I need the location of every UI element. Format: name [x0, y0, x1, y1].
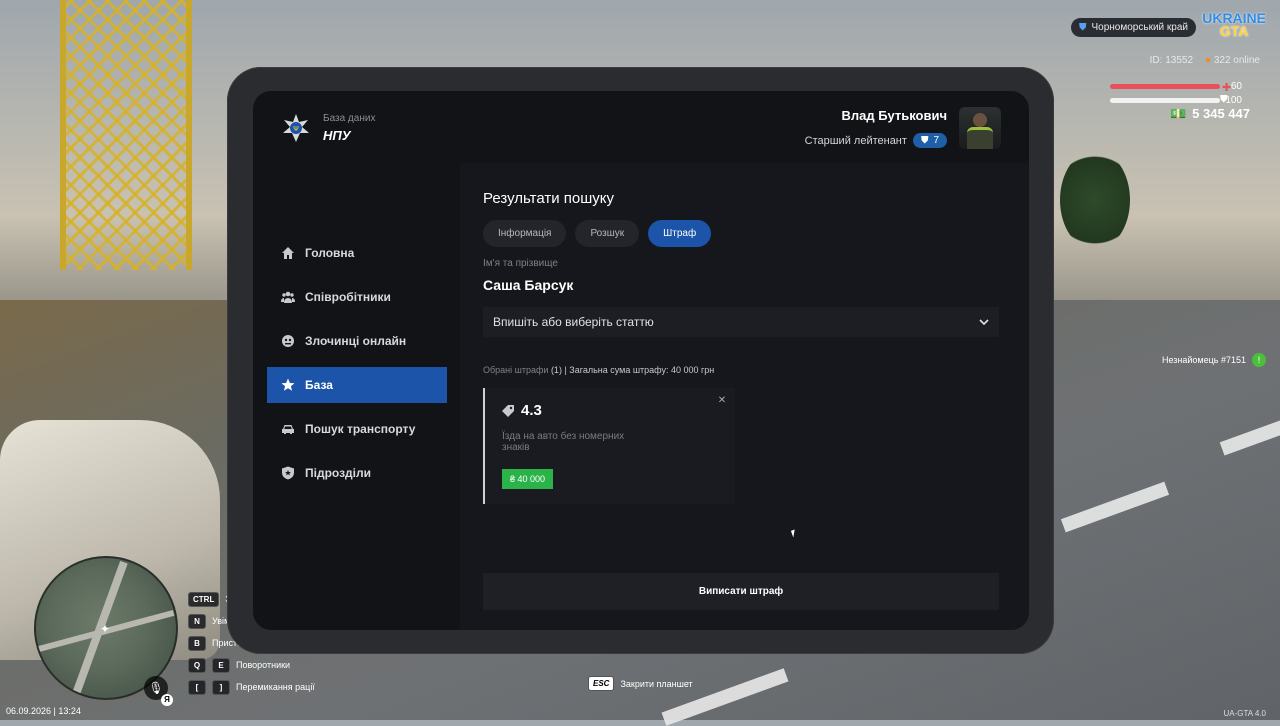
tab-information[interactable]: Інформація [483, 220, 567, 247]
armor-value: 100 [1225, 95, 1242, 106]
citizen-name: Саша Барсук [483, 277, 574, 293]
player-id: ID: 13552 [1149, 55, 1194, 66]
tab-fine[interactable]: Штраф [648, 220, 712, 247]
game-tree [1060, 150, 1130, 250]
server-logo: UKRAINE GTA [1202, 10, 1266, 39]
brand-subtitle: База даних [323, 113, 376, 124]
sidebar: Головна Співробітники Злочинці онлайн Ба… [267, 235, 447, 499]
hint-item: Q E Поворотники [188, 654, 315, 676]
chevron-down-icon [979, 319, 989, 325]
nearby-player: Незнайомець #7151 ! [1162, 353, 1266, 367]
name-label: Ім'я та прізвище [483, 258, 558, 269]
version-label: UA-GTA 4.0 [1223, 709, 1266, 718]
player-marker-icon: ✦ [100, 622, 111, 636]
rank-level-badge: ⛊ 7 [912, 133, 947, 148]
people-icon [281, 291, 295, 303]
fine-description: Їзда на авто без номерних знаків [502, 431, 625, 453]
sidebar-item-employees[interactable]: Співробітники [267, 279, 447, 315]
close-icon[interactable]: ✕ [715, 394, 729, 408]
money-icon: 💵 [1169, 106, 1187, 121]
health-value: 60 [1230, 81, 1242, 92]
region-label: ⛊ Чорноморський край [1071, 18, 1196, 37]
game-crane [60, 0, 192, 270]
health-bar [1110, 84, 1220, 89]
shield-icon [282, 466, 294, 480]
article-select[interactable]: Впишіть або виберіть статтю [483, 307, 999, 337]
region-shield-icon: ⛊ [1079, 22, 1087, 33]
sidebar-item-units[interactable]: Підрозділи [267, 455, 447, 491]
datetime: 06.09.2026 | 13:24 [6, 706, 81, 716]
page-title: Результати пошуку [483, 190, 614, 207]
search-results-panel: Результати пошуку Інформація Розшук Штра… [460, 163, 1029, 630]
tablet-screen: Ψ База даних НПУ Влад Бутькович Старший … [253, 91, 1029, 630]
armor-bar [1110, 98, 1220, 103]
close-tablet-hint: ESC Закрити планшет [588, 676, 693, 691]
user-name: Влад Бутькович [841, 108, 947, 123]
car-icon [282, 425, 294, 434]
tab-wanted[interactable]: Розшук [575, 220, 640, 247]
sidebar-item-vehicle-search[interactable]: Пошук транспорту [267, 411, 447, 447]
sidebar-item-home[interactable]: Головна [267, 235, 447, 271]
sidebar-item-database[interactable]: База [267, 367, 447, 403]
mic-key-badge: Я [161, 694, 173, 706]
brand: Ψ База даних НПУ [281, 113, 375, 143]
fine-amount-badge: ₴ 40 000 [502, 469, 554, 489]
svg-text:Ψ: Ψ [293, 125, 299, 133]
user-profile: Влад Бутькович Старший лейтенант ⛊ 7 [805, 107, 1001, 149]
online-icon: ● [1205, 55, 1212, 66]
issue-fine-button[interactable]: Виписати штраф [483, 573, 999, 610]
hint-item: [] Перемикання рації [188, 676, 315, 698]
player-info: ID: 13552 ● 322 online [1150, 55, 1260, 66]
star-icon [281, 378, 295, 391]
money-display: 💵 5 345 447 [1169, 106, 1250, 121]
avatar [959, 107, 1001, 149]
home-icon [282, 247, 294, 259]
brand-title: НПУ [323, 128, 351, 143]
tag-icon [502, 404, 514, 417]
article-select-placeholder: Впишіть або виберіть статтю [493, 315, 654, 329]
fine-card: 4.3 Їзда на авто без номерних знаків ₴ 4… [483, 388, 735, 504]
fine-article: 4.3 [501, 402, 542, 419]
online-count: ● 322 online [1205, 55, 1260, 66]
user-rank: Старший лейтенант ⛊ 7 [805, 133, 947, 148]
shield-icon: ⛊ [920, 135, 929, 146]
sidebar-item-criminals-online[interactable]: Злочинці онлайн [267, 323, 447, 359]
fines-summary: Обрані штрафи (1) | Загальна сума штрафу… [483, 365, 715, 375]
voice-icon: ! [1252, 353, 1266, 367]
result-tabs: Інформація Розшук Штраф [483, 220, 712, 247]
police-star-icon: Ψ [283, 114, 309, 142]
mask-icon [282, 335, 294, 347]
